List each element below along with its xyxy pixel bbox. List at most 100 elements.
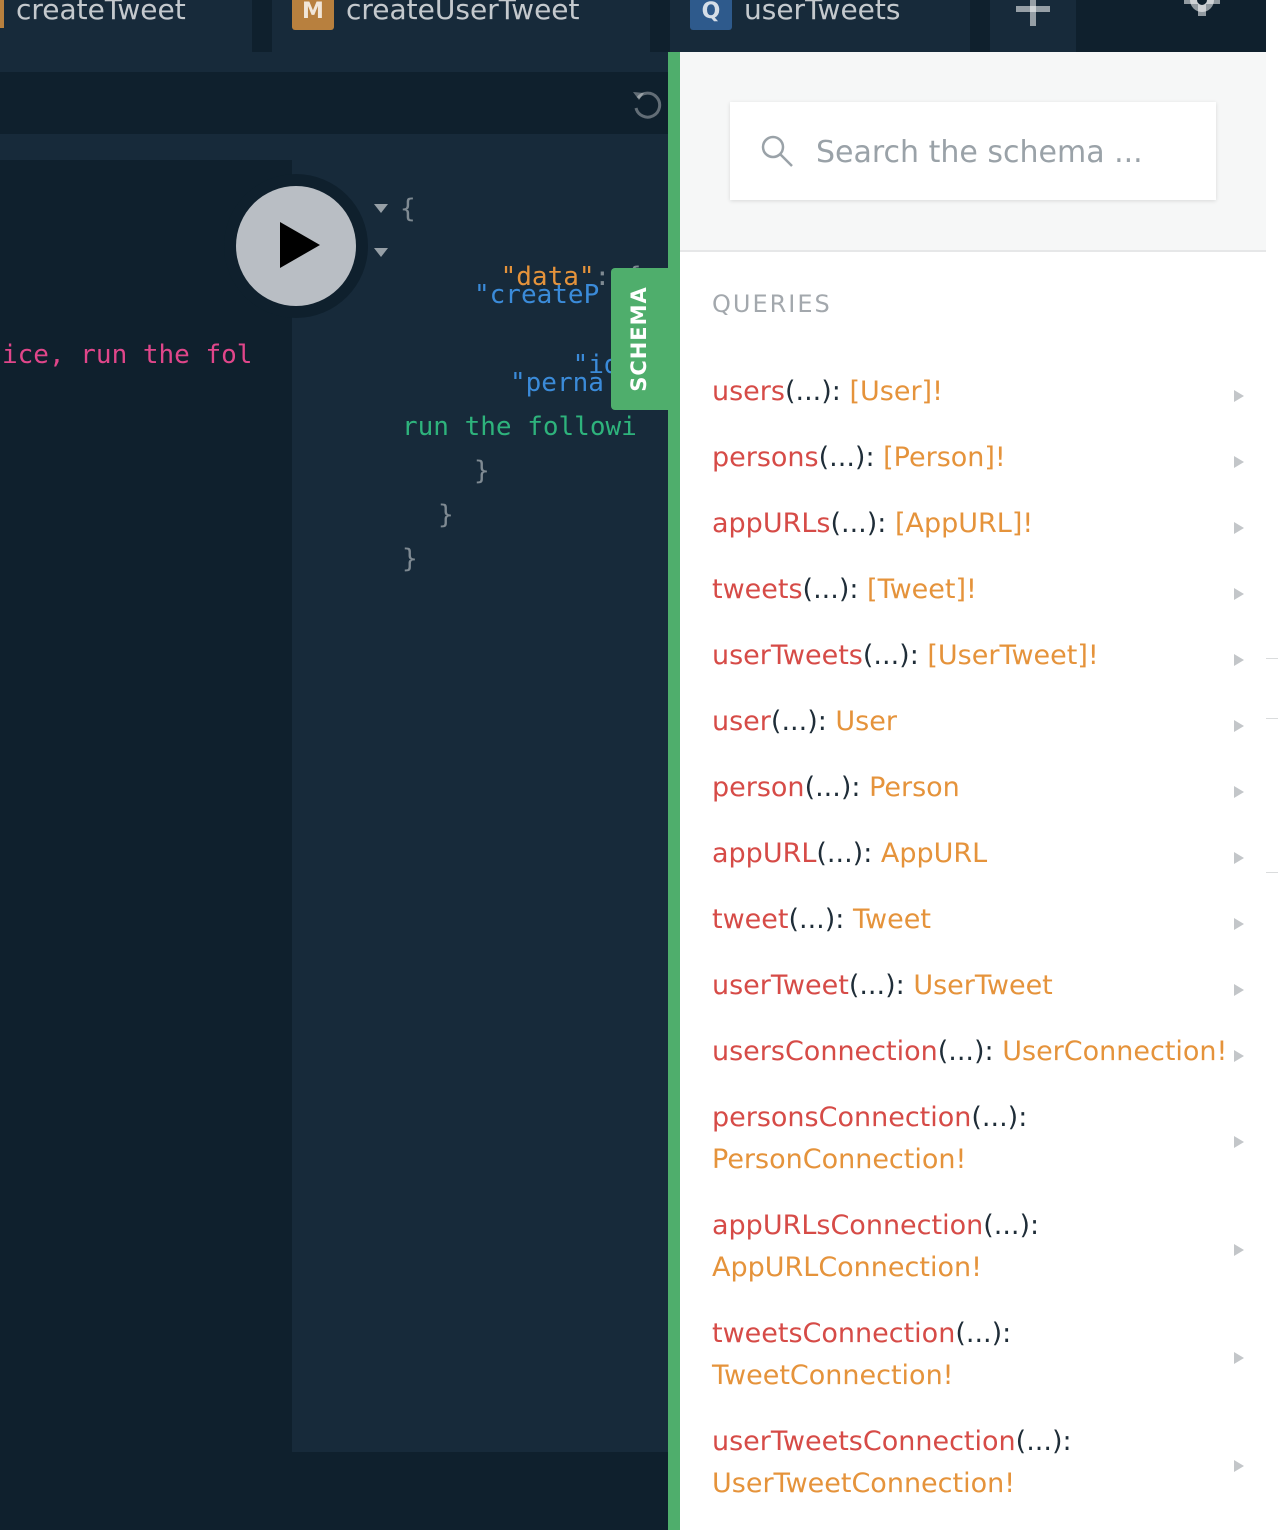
field-name: tweet xyxy=(712,904,789,935)
schema-panel: QUERIES users(...): [User]! persons(...)… xyxy=(680,52,1266,1530)
query-field-userTweets[interactable]: userTweets(...): [UserTweet]! xyxy=(712,635,1242,677)
json-key: "perna xyxy=(510,368,604,398)
schema-search-box[interactable] xyxy=(730,102,1216,200)
fold-arrow-icon[interactable] xyxy=(374,204,388,213)
query-line: ice, run the fol xyxy=(2,340,253,370)
query-field-userTweetsConnection[interactable]: userTweetsConnection(...): UserTweetConn… xyxy=(712,1421,1112,1505)
field-type: [User]! xyxy=(849,376,943,407)
field-args: (...): xyxy=(937,1036,1003,1067)
query-field-appURL[interactable]: appURL(...): AppURL xyxy=(712,833,1242,875)
json-key: "createP xyxy=(474,280,600,310)
field-name: appURL xyxy=(712,838,817,869)
query-field-personsConnection[interactable]: personsConnection(...): PersonConnection… xyxy=(712,1097,1112,1181)
fold-arrow-icon[interactable] xyxy=(374,248,388,257)
query-field-appURLsConnection[interactable]: appURLsConnection(...): AppURLConnection… xyxy=(712,1205,1112,1289)
field-name: userTweet xyxy=(712,970,849,1001)
divider xyxy=(1266,718,1278,719)
field-args: (...): xyxy=(818,442,884,473)
field-args: (...): xyxy=(830,508,895,539)
tab-label: createTweet xyxy=(16,0,186,26)
query-field-tweet[interactable]: tweet(...): Tweet xyxy=(712,899,1242,941)
chevron-right-icon xyxy=(1234,984,1244,996)
query-field-person[interactable]: person(...): Person xyxy=(712,767,1242,809)
field-args: (...): xyxy=(1015,1426,1072,1457)
chevron-right-icon xyxy=(1234,1244,1244,1256)
tab-createTweet[interactable]: createTweet xyxy=(0,0,252,52)
reload-icon[interactable] xyxy=(630,88,664,122)
field-args: (...): xyxy=(770,706,836,737)
query-field-user[interactable]: user(...): User xyxy=(712,701,1242,743)
field-type: UserTweetConnection! xyxy=(712,1468,1016,1499)
query-field-tweets[interactable]: tweets(...): [Tweet]! xyxy=(712,569,1242,611)
json-string: run the followi xyxy=(402,412,637,442)
field-name: usersConnection xyxy=(712,1036,938,1067)
gear-icon[interactable] xyxy=(1180,0,1224,18)
schema-toggle-tab[interactable]: SCHEMA xyxy=(611,268,668,410)
field-type: PersonConnection! xyxy=(712,1144,967,1175)
tab-label: createUserTweet xyxy=(346,0,580,26)
field-name: userTweets xyxy=(712,640,863,671)
add-tab-button[interactable] xyxy=(990,0,1076,52)
window-edge xyxy=(1266,0,1278,1530)
variables-bar[interactable] xyxy=(0,1452,668,1530)
field-name: personsConnection xyxy=(712,1102,972,1133)
tab-userTweets[interactable]: Q userTweets xyxy=(670,0,970,52)
schema-search-input[interactable] xyxy=(814,126,1198,178)
chevron-right-icon xyxy=(1234,918,1244,930)
schema-panel-border xyxy=(668,52,680,1530)
field-name: persons xyxy=(712,442,819,473)
field-name: users xyxy=(712,376,785,407)
field-name: appURLs xyxy=(712,508,831,539)
query-field-persons[interactable]: persons(...): [Person]! xyxy=(712,437,1242,479)
field-args: (...): xyxy=(784,376,850,407)
plus-icon xyxy=(1016,0,1050,26)
chevron-right-icon xyxy=(1234,390,1244,402)
field-args: (...): xyxy=(983,1210,1040,1241)
field-type: UserConnection! xyxy=(1002,1036,1228,1067)
result-line: } xyxy=(402,544,418,574)
query-field-userTweet[interactable]: userTweet(...): UserTweet xyxy=(712,965,1242,1007)
query-badge: Q xyxy=(690,0,732,30)
tab-label: userTweets xyxy=(744,0,901,26)
result-line: { xyxy=(400,194,416,224)
field-args: (...): xyxy=(804,772,870,803)
mutation-badge: M xyxy=(292,0,334,30)
chevron-right-icon xyxy=(1234,720,1244,732)
chevron-right-icon xyxy=(1234,786,1244,798)
field-type: User xyxy=(835,706,897,737)
endpoint-bar[interactable] xyxy=(0,72,668,134)
result-line: } xyxy=(438,500,454,530)
tab-createUserTweet[interactable]: M createUserTweet xyxy=(272,0,650,52)
divider xyxy=(1266,872,1278,873)
query-field-tweetsConnection[interactable]: tweetsConnection(...): TweetConnection! xyxy=(712,1313,1112,1397)
field-type: AppURL xyxy=(880,838,988,869)
field-name: tweetsConnection xyxy=(712,1318,956,1349)
field-args: (...): xyxy=(955,1318,1012,1349)
field-name: person xyxy=(712,772,805,803)
field-name: tweets xyxy=(712,574,803,605)
field-type: Tweet xyxy=(852,904,931,935)
schema-tab-label: SCHEMA xyxy=(627,286,651,392)
chevron-right-icon xyxy=(1234,1352,1244,1364)
chevron-right-icon xyxy=(1234,852,1244,864)
execute-query-button[interactable] xyxy=(236,186,356,306)
chevron-right-icon xyxy=(1234,1460,1244,1472)
query-field-usersConnection[interactable]: usersConnection(...): UserConnection! xyxy=(712,1031,1242,1073)
field-type: TweetConnection! xyxy=(712,1360,954,1391)
field-type: [Person]! xyxy=(883,442,1006,473)
field-name: userTweetsConnection xyxy=(712,1426,1016,1457)
field-args: (...): xyxy=(862,640,928,671)
query-field-appURLs[interactable]: appURLs(...): [AppURL]! xyxy=(712,503,1242,545)
chevron-right-icon xyxy=(1234,456,1244,468)
field-args: (...): xyxy=(788,904,853,935)
field-type: [UserTweet]! xyxy=(927,640,1099,671)
mutation-badge-edge xyxy=(0,0,4,28)
schema-search-area xyxy=(680,52,1266,252)
field-args: (...): xyxy=(848,970,914,1001)
result-line: } xyxy=(474,456,490,486)
play-icon xyxy=(280,222,320,268)
query-field-users[interactable]: users(...): [User]! xyxy=(712,371,1242,413)
query-editor[interactable]: ice, run the fol xyxy=(0,160,292,1452)
queries-section-title: QUERIES xyxy=(712,290,832,318)
field-type: Person xyxy=(869,772,960,803)
